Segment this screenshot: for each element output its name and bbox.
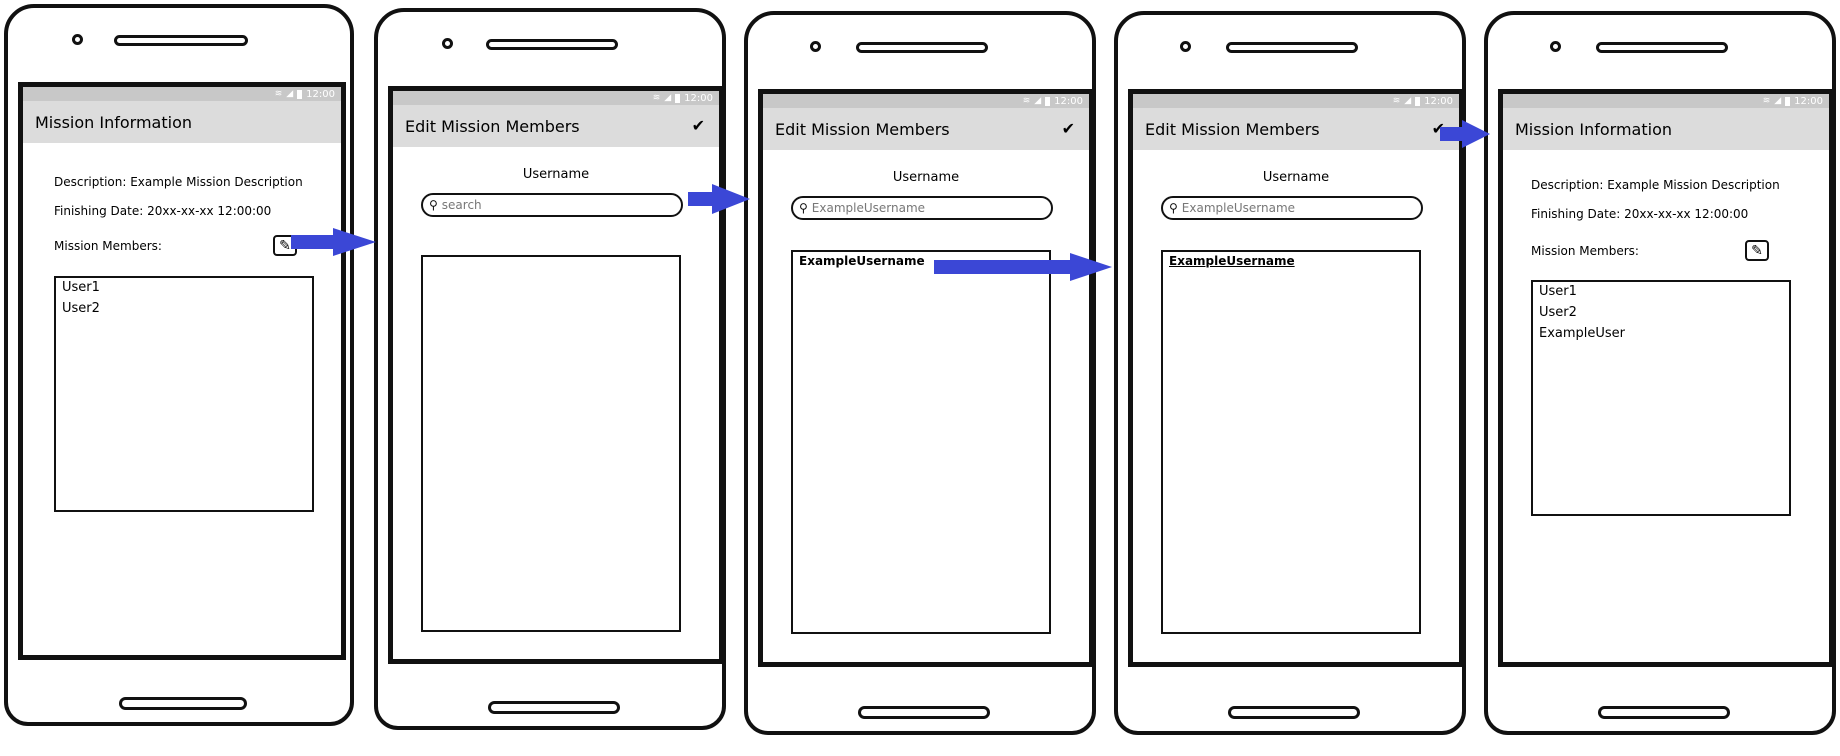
flow-arrow-1 bbox=[291, 228, 376, 256]
flow-arrows bbox=[291, 120, 1490, 281]
flow-arrow-3 bbox=[934, 253, 1112, 281]
flow-arrow-4 bbox=[1440, 120, 1490, 148]
flow-arrow-2 bbox=[688, 184, 750, 214]
